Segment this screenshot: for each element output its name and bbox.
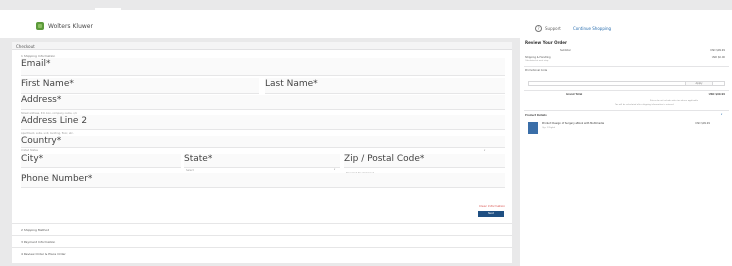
state-chevron-down-icon: ▾ bbox=[334, 168, 336, 171]
active-tab-indicator bbox=[95, 8, 121, 11]
address-label: Address* bbox=[21, 95, 62, 105]
clear-information-link[interactable]: Clear Information bbox=[479, 204, 505, 208]
shipping-label: Shipping & Handling bbox=[525, 56, 551, 59]
shipping-note: Calculated at next step bbox=[525, 60, 549, 62]
support-label: Support bbox=[545, 26, 561, 31]
help-circle-icon: ? bbox=[535, 25, 542, 32]
address-line-2-label: Address Line 2 bbox=[21, 116, 88, 126]
city-label: City* bbox=[21, 154, 44, 164]
state-value: Select bbox=[186, 169, 194, 172]
first-name-label: First Name* bbox=[21, 79, 74, 89]
next-button[interactable]: Next bbox=[478, 211, 504, 217]
divider bbox=[524, 66, 729, 67]
step-shipping-method[interactable]: 2 Shipping Method bbox=[12, 223, 512, 235]
subtotal-value: USD $99.99 bbox=[710, 49, 725, 52]
product-details-label: Product Details bbox=[525, 114, 547, 117]
subtotal-label: Subtotal bbox=[560, 49, 571, 52]
continue-shopping-link[interactable]: Continue Shopping bbox=[573, 26, 611, 31]
email-field[interactable] bbox=[21, 58, 505, 76]
support-link[interactable]: ? Support bbox=[535, 25, 561, 32]
step-review-order[interactable]: 4 Review Order & Place Order bbox=[12, 247, 512, 259]
state-label: State* bbox=[184, 154, 213, 164]
promo-code-label: Promotional Code bbox=[525, 69, 548, 72]
divider bbox=[524, 110, 729, 111]
product-name: Product Design of Surgery eBook with Mul… bbox=[542, 122, 605, 125]
address-line-2-field[interactable] bbox=[21, 115, 505, 130]
grand-total-value: USD $99.99 bbox=[708, 93, 725, 96]
country-chevron-down-icon: ▾ bbox=[484, 149, 486, 152]
zip-label: Zip / Postal Code* bbox=[344, 154, 425, 164]
phone-field[interactable] bbox=[21, 173, 505, 188]
brand-name: Wolters Kluwer bbox=[48, 22, 93, 30]
brand-logo[interactable]: Wolters Kluwer bbox=[36, 22, 93, 30]
step-payment-information[interactable]: 3 Payment Information bbox=[12, 235, 512, 247]
product-thumbnail bbox=[528, 122, 538, 134]
city-field[interactable] bbox=[21, 154, 181, 168]
product-meta: Qty: 1 Digital bbox=[542, 127, 556, 129]
order-summary-title: Review Your Order bbox=[525, 40, 567, 45]
expand-products-icon[interactable]: ▾ bbox=[721, 113, 722, 116]
country-label: Country* bbox=[21, 136, 62, 146]
country-select[interactable] bbox=[21, 136, 505, 148]
order-summary-panel: Review Your Order Subtotal USD $99.99 Sh… bbox=[520, 38, 732, 266]
site-header bbox=[0, 10, 732, 38]
tax-notice-2: Tax will be calculated after shipping in… bbox=[615, 104, 674, 106]
tax-notice-1: Prices do not include sales tax where ap… bbox=[650, 100, 699, 102]
address-line-2-hint: Apartment, suite, unit, building, floor,… bbox=[21, 132, 74, 135]
apply-promo-button[interactable]: Apply bbox=[685, 81, 713, 86]
checkout-panel: Checkout 1 Shipping Information Email* F… bbox=[12, 42, 512, 263]
email-label: Email* bbox=[21, 59, 51, 69]
checkout-title: Checkout bbox=[12, 42, 512, 50]
shipping-value: USD $0.00 bbox=[711, 56, 725, 59]
divider bbox=[524, 90, 729, 91]
address-field[interactable] bbox=[21, 95, 505, 110]
phone-label: Phone Number* bbox=[21, 174, 93, 184]
wolters-kluwer-logo-icon bbox=[36, 22, 44, 30]
product-price: USD $99.99 bbox=[695, 122, 710, 125]
last-name-label: Last Name* bbox=[265, 79, 318, 89]
grand-total-label: Grand Total bbox=[566, 93, 583, 96]
country-value: United States bbox=[21, 149, 38, 152]
